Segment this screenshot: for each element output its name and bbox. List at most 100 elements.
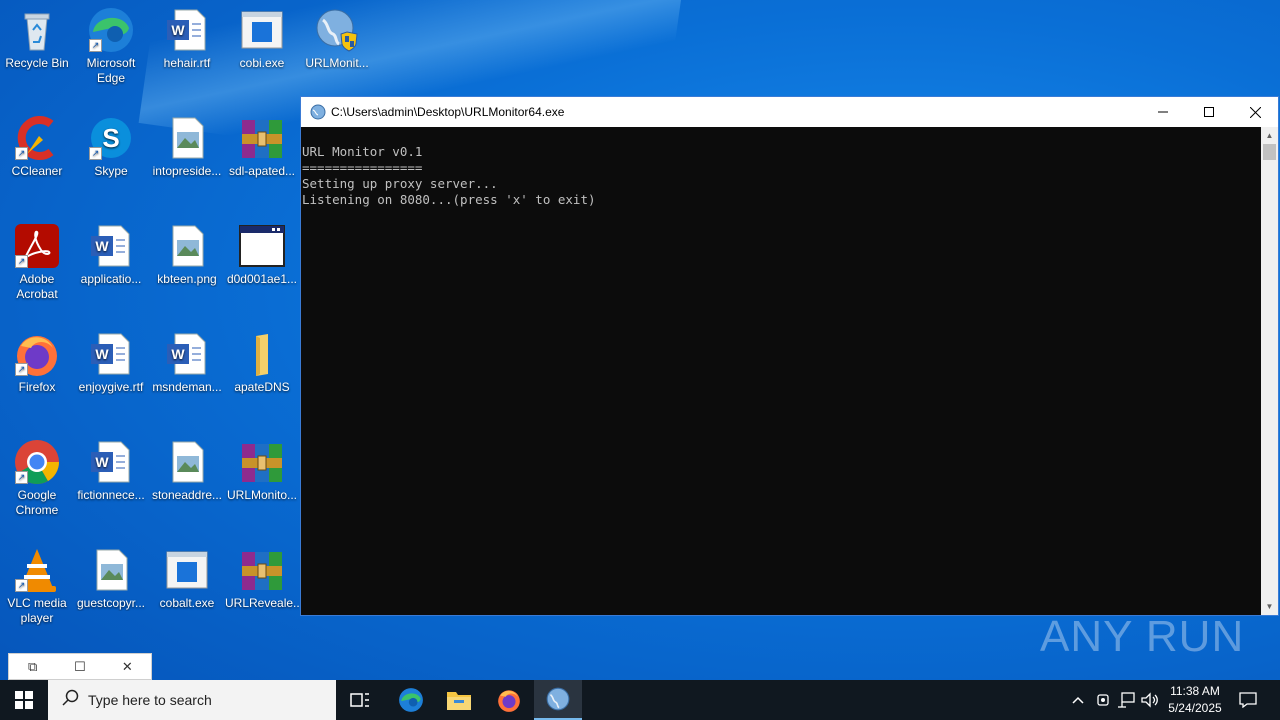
globe-icon (546, 687, 570, 711)
desktop-icon-urlmonito-archive[interactable]: URLMonito... (225, 438, 299, 503)
desktop-icon-fictionnece[interactable]: W fictionnece... (74, 438, 148, 503)
desktop-icon-label: Adobe Acrobat (16, 272, 58, 301)
close-button[interactable] (1232, 97, 1278, 127)
desktop-icon-stoneaddre[interactable]: stoneaddre... (150, 438, 224, 503)
desktop-icon-d0d001ae1[interactable]: d0d001ae1... (225, 222, 299, 287)
word-document-icon: W (87, 330, 135, 378)
taskbar-clock[interactable]: 11:38 AM 5/24/2025 (1160, 683, 1230, 717)
shortcut-arrow-icon: ↗ (15, 255, 28, 268)
notification-center-button[interactable] (1234, 680, 1262, 720)
desktop-icon-application-doc[interactable]: W applicatio... (74, 222, 148, 287)
desktop-icon-msndeman[interactable]: W msndeman... (150, 330, 224, 395)
console-output[interactable]: URL Monitor v0.1 ================ Setting … (301, 127, 1261, 615)
folder-icon (238, 330, 286, 378)
task-view-button[interactable] (336, 680, 384, 720)
close-icon (1249, 106, 1261, 118)
maximize-button[interactable] (1186, 97, 1232, 127)
desktop-icon-urlreveale[interactable]: URLReveale... (225, 546, 299, 611)
svg-text:W: W (95, 346, 109, 362)
taskbar-search-box[interactable]: Type here to search (48, 680, 336, 720)
desktop-icon-label: intopreside... (152, 164, 222, 178)
desktop-icon-google-chrome[interactable]: ↗ Google Chrome (0, 438, 74, 518)
chevron-up-icon (1072, 696, 1084, 704)
desktop-icon-label: Microsoft Edge (86, 56, 136, 85)
console-title: C:\Users\admin\Desktop\URLMonitor64.exe (331, 105, 565, 119)
firefox-icon: ↗ (13, 330, 61, 378)
image-file-icon (163, 114, 211, 162)
desktop-icon-apatedns[interactable]: apateDNS (225, 330, 299, 395)
console-window[interactable]: C:\Users\admin\Desktop\URLMonitor64.exe … (300, 96, 1279, 616)
start-button[interactable] (0, 680, 48, 720)
globe-icon (310, 104, 326, 120)
show-hidden-icons-button[interactable] (1068, 680, 1088, 720)
desktop-icon-label: stoneaddre... (151, 488, 223, 502)
desktop-icon-ccleaner[interactable]: ↗ CCleaner (0, 114, 74, 179)
minimize-icon (1158, 111, 1168, 113)
svg-text:W: W (95, 238, 109, 254)
desktop-icon-label: kbteen.png (157, 272, 217, 286)
desktop-icon-label: URLMonito... (226, 488, 298, 502)
desktop-icon-label: guestcopyr... (76, 596, 146, 610)
shortcut-arrow-icon: ↗ (15, 363, 28, 376)
desktop-icon-label: Recycle Bin (5, 56, 69, 70)
shortcut-arrow-icon: ↗ (15, 147, 28, 160)
maximize-icon[interactable]: ☐ (56, 659, 103, 675)
taskbar-file-explorer[interactable] (435, 680, 483, 720)
image-file-icon (87, 546, 135, 594)
minimize-button[interactable] (1140, 97, 1186, 127)
edge-icon: ↗ (87, 6, 135, 54)
clock-date: 5/24/2025 (1168, 701, 1222, 715)
volume-button[interactable] (1140, 680, 1160, 720)
desktop-icon-label: applicatio... (80, 272, 142, 286)
close-icon[interactable]: ✕ (104, 659, 151, 675)
desktop-icon-label: d0d001ae1... (226, 272, 298, 286)
ccleaner-icon: ↗ (13, 114, 61, 162)
desktop-icon-cobi-exe[interactable]: cobi.exe (225, 6, 299, 71)
desktop-icon-label: VLC media player (7, 596, 67, 625)
desktop-icon-vlc[interactable]: ↗ VLC media player (0, 546, 74, 626)
scroll-up-arrow-icon[interactable]: ▲ (1261, 127, 1278, 144)
desktop-icon-kbteen[interactable]: kbteen.png (150, 222, 224, 287)
taskbar-urlmonitor[interactable] (534, 680, 582, 720)
tray-app-icon-button[interactable] (1093, 680, 1113, 720)
desktop-icon-microsoft-edge[interactable]: ↗ Microsoft Edge (74, 6, 148, 86)
desktop-icon-skype[interactable]: S ↗ Skype (74, 114, 148, 179)
desktop-icon-intopreside[interactable]: intopreside... (150, 114, 224, 179)
restore-icon[interactable]: ⧉ (9, 659, 56, 675)
desktop-icon-guestcopyr[interactable]: guestcopyr... (74, 546, 148, 611)
console-line: Setting up proxy server... (302, 176, 498, 191)
desktop-icon-firefox[interactable]: ↗ Firefox (0, 330, 74, 395)
minimized-window[interactable]: ⧉ ☐ ✕ (8, 653, 152, 680)
exe-file-icon (238, 6, 286, 54)
taskbar-firefox[interactable] (485, 680, 533, 720)
notification-icon (1239, 692, 1257, 708)
desktop-icon-label: msndeman... (152, 380, 222, 394)
desktop-icon-urlmonit-exe[interactable]: URLMonit... (300, 6, 374, 71)
exe-file-icon (163, 546, 211, 594)
folder-icon (447, 692, 471, 710)
task-view-icon (350, 693, 369, 707)
tray-app-icon (1097, 694, 1109, 706)
console-line: Listening on 8080...(press 'x' to exit) (302, 192, 596, 207)
desktop-icon-label: CCleaner (11, 164, 63, 178)
network-icon (1118, 692, 1135, 708)
console-scrollbar[interactable]: ▲ ▼ (1261, 127, 1278, 615)
desktop-icon-cobalt-exe[interactable]: cobalt.exe (150, 546, 224, 611)
scroll-thumb[interactable] (1263, 144, 1276, 160)
desktop-icon-hehair[interactable]: W hehair.rtf (150, 6, 224, 71)
console-titlebar[interactable]: C:\Users\admin\Desktop\URLMonitor64.exe (301, 97, 1278, 127)
scroll-down-arrow-icon[interactable]: ▼ (1261, 598, 1278, 615)
desktop-icon-recycle-bin[interactable]: Recycle Bin (0, 6, 74, 71)
desktop-icon-adobe-acrobat[interactable]: ↗ Adobe Acrobat (0, 222, 74, 302)
edge-icon (399, 688, 423, 712)
search-placeholder: Type here to search (88, 692, 212, 708)
taskbar-edge[interactable] (387, 680, 435, 720)
desktop-icon-label: URLMonit... (305, 56, 369, 70)
svg-text:W: W (95, 454, 109, 470)
shortcut-arrow-icon: ↗ (15, 579, 28, 592)
adobe-acrobat-icon: ↗ (13, 222, 61, 270)
shortcut-arrow-icon: ↗ (89, 39, 102, 52)
network-status-button[interactable] (1116, 680, 1136, 720)
desktop-icon-sdl-apated[interactable]: sdl-apated... (225, 114, 299, 179)
desktop-icon-enjoygive[interactable]: W enjoygive.rtf (74, 330, 148, 395)
